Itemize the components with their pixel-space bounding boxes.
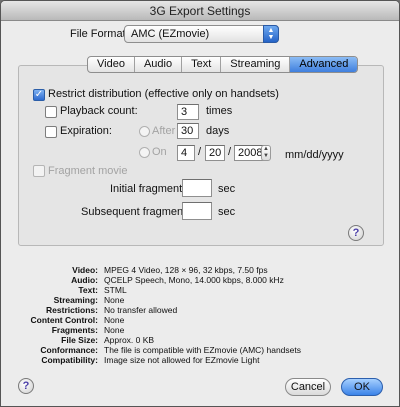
expiration-on-radio[interactable]	[139, 147, 150, 158]
ok-button[interactable]: OK	[341, 378, 383, 396]
tab-audio[interactable]: Audio	[135, 57, 183, 72]
cancel-button[interactable]: Cancel	[285, 378, 331, 396]
file-format-label: File Format:	[70, 28, 129, 40]
expiration-days-unit: days	[206, 125, 230, 137]
expiration-on-label: On	[152, 146, 167, 158]
initial-fragment-unit: sec	[218, 183, 236, 195]
tab-bar: Video Audio Text Streaming Advanced	[87, 56, 359, 73]
expiration-checkbox[interactable]	[45, 126, 57, 138]
date-separator: /	[228, 146, 232, 158]
summary-value: None	[104, 295, 125, 305]
summary-key: Fragments:	[51, 325, 98, 335]
export-settings-window: 3G Export Settings File Format: AMC (EZm…	[0, 0, 400, 407]
summary-value: STML	[104, 285, 127, 295]
summary-row: Compatibility: Image size not allowed for…	[1, 355, 399, 365]
playback-count-field[interactable]: 3	[177, 104, 199, 120]
subsequent-fragments-label: Subsequent fragments:	[81, 206, 195, 218]
expiration-after-label: After	[152, 125, 176, 137]
playback-count-label: Playback count:	[60, 105, 138, 117]
subsequent-fragments-field[interactable]	[182, 202, 212, 220]
summary-key: File Size:	[61, 335, 98, 345]
summary-value: None	[104, 325, 125, 335]
summary-row: Conformance: The file is compatible with …	[1, 345, 399, 355]
summary-row: Restrictions: No transfer allowed	[1, 305, 399, 315]
tab-advanced[interactable]: Advanced	[290, 57, 358, 72]
summary-value: No transfer allowed	[104, 305, 178, 315]
summary-value: Approx. 0 KB	[104, 335, 155, 345]
initial-fragment-label: Initial fragment:	[110, 183, 186, 195]
summary-key: Restrictions:	[46, 305, 98, 315]
fragment-movie-checkbox[interactable]	[33, 165, 45, 177]
summary-row: Streaming: None	[1, 295, 399, 305]
tab-text[interactable]: Text	[182, 57, 222, 72]
select-arrows-icon: ▲ ▼	[263, 25, 279, 43]
restrict-distribution-label: Restrict distribution (effective only on…	[48, 88, 279, 100]
restrict-distribution-checkbox[interactable]: ✓	[33, 89, 45, 101]
summary-key: Video:	[72, 265, 98, 275]
summary-key: Conformance:	[40, 345, 98, 355]
expiration-days-field[interactable]: 30	[177, 123, 199, 139]
playback-count-checkbox[interactable]	[45, 106, 57, 118]
date-format-hint: mm/dd/yyyy	[285, 149, 344, 161]
date-stepper[interactable]: ▲ ▼	[261, 145, 271, 161]
initial-fragment-field[interactable]	[182, 179, 212, 197]
date-month-field[interactable]: 4	[177, 145, 195, 161]
summary-row: Content Control: None	[1, 315, 399, 325]
summary-value: QCELP Speech, Mono, 14.000 kbps, 8.000 k…	[104, 275, 284, 285]
file-format-value: AMC (EZmovie)	[131, 28, 210, 40]
summary-value: MPEG 4 Video, 128 × 96, 32 kbps, 7.50 fp…	[104, 265, 268, 275]
expiration-label: Expiration:	[60, 125, 112, 137]
summary-key: Audio:	[71, 275, 98, 285]
fragment-movie-label: Fragment movie	[48, 165, 128, 177]
expiration-after-radio[interactable]	[139, 126, 150, 137]
summary-value: The file is compatible with EZmovie (AMC…	[104, 345, 301, 355]
tab-streaming[interactable]: Streaming	[221, 57, 291, 72]
panel-help-icon[interactable]: ?	[348, 225, 364, 241]
summary-key: Compatibility:	[41, 355, 98, 365]
summary-row: Audio: QCELP Speech, Mono, 14.000 kbps, 8…	[1, 275, 399, 285]
date-day-field[interactable]: 20	[205, 145, 225, 161]
checkmark-icon: ✓	[34, 89, 44, 100]
file-format-select[interactable]: AMC (EZmovie) ▲ ▼	[124, 25, 279, 43]
tab-video[interactable]: Video	[88, 57, 135, 72]
window-title: 3G Export Settings	[1, 1, 399, 21]
summary-row: Fragments: None	[1, 325, 399, 335]
summary-key: Content Control:	[30, 315, 98, 325]
dialog-help-icon[interactable]: ?	[18, 378, 34, 394]
summary-value: Image size not allowed for EZmovie Light	[104, 355, 260, 365]
playback-count-unit: times	[206, 105, 233, 117]
summary-row: File Size: Approx. 0 KB	[1, 335, 399, 345]
summary-value: None	[104, 315, 125, 325]
summary-row: Video: MPEG 4 Video, 128 × 96, 32 kbps, 7…	[1, 265, 399, 275]
summary-row: Text: STML	[1, 285, 399, 295]
summary-key: Text:	[78, 285, 98, 295]
subsequent-fragments-unit: sec	[218, 206, 236, 218]
summary-key: Streaming:	[53, 295, 98, 305]
date-separator: /	[198, 146, 202, 158]
